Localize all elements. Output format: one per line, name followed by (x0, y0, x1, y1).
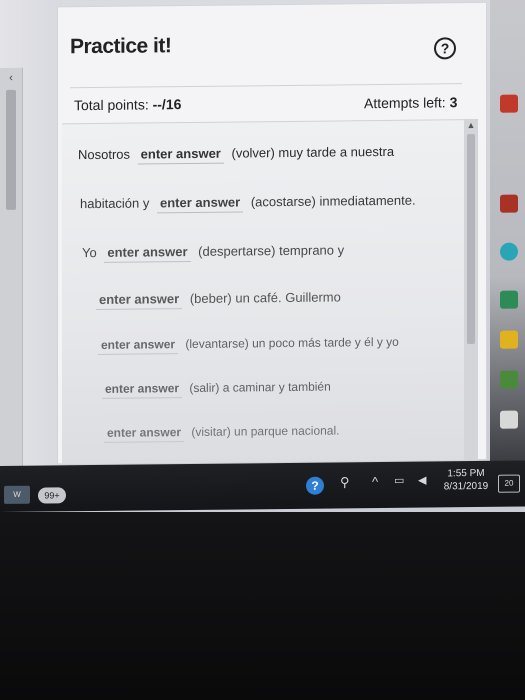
sentence-text: Yo (82, 244, 97, 261)
app-icon-green[interactable] (500, 290, 518, 309)
app-icon-red[interactable] (500, 94, 518, 113)
sentence-line: habitación y enter answer (acostarse) in… (80, 192, 416, 214)
total-points-value: --/16 (152, 96, 182, 113)
people-icon[interactable]: ⚲ (340, 474, 350, 490)
sentence-text: (salir) a caminar y también (189, 379, 331, 396)
attempts-left: Attempts left: 3 (364, 94, 457, 111)
volume-icon[interactable]: ◀ (418, 474, 426, 487)
sentence-text: habitación y (80, 195, 150, 212)
sentence-text: (levantarse) un poco más tarde y él y yo (185, 334, 399, 352)
sentence-text: (beber) un café. Guillermo (189, 289, 341, 307)
attempts-left-value: 3 (449, 94, 458, 111)
clock-date: 8/31/2019 (443, 480, 489, 493)
answer-input[interactable]: enter answer (98, 337, 179, 355)
taskbar: W 99+ ? ⚲ ^ ▭ ◀ 1:55 PM 8/31/2019 20 (0, 460, 525, 512)
sentence-line: Yo enter answer (despertarse) temprano y (82, 242, 345, 263)
answer-input[interactable]: enter answer (104, 244, 191, 263)
photo-stage: ‹ Practice it! ? Total points: --/16 Att… (0, 0, 525, 700)
exercise-scrollbar-thumb[interactable] (467, 134, 475, 345)
total-points-label: Total points: (74, 96, 149, 114)
answer-input[interactable]: enter answer (96, 291, 183, 310)
total-points: Total points: --/16 (74, 96, 181, 113)
sentence-line: enter answer (levantarse) un poco más ta… (94, 334, 399, 355)
answer-input[interactable]: enter answer (104, 425, 185, 443)
clock-time: 1:55 PM (447, 467, 485, 480)
sentence-line: enter answer (visitar) un parque naciona… (100, 423, 340, 443)
attempts-left-label: Attempts left: (364, 94, 446, 112)
sentence-text: Nosotros (78, 146, 131, 163)
sentence-line: enter answer (salir) a caminar y también (98, 379, 331, 399)
answer-input[interactable]: enter answer (102, 381, 183, 399)
word-app-icon[interactable]: W (4, 485, 30, 504)
page-title: Practice it! (70, 34, 172, 59)
chevron-up-icon[interactable]: ^ (372, 474, 378, 489)
sentence-text: (visitar) un parque nacional. (191, 423, 340, 439)
app-icon-green-2[interactable] (500, 370, 518, 389)
desktop-edge (490, 0, 525, 465)
answer-input[interactable]: enter answer (157, 194, 244, 214)
monitor-bezel (0, 512, 525, 700)
battery-icon[interactable]: ▭ (394, 474, 404, 487)
sentence-text: (acostarse) inmediatamente. (250, 192, 416, 210)
sentence-text: (despertarse) temprano y (198, 242, 345, 259)
exercise-scrollbar[interactable]: ▲ (464, 119, 478, 461)
page-scrollbar-thumb[interactable] (6, 89, 16, 210)
page-scrollbar[interactable]: ‹ (0, 67, 23, 469)
scroll-up-arrow-icon[interactable]: ‹ (5, 72, 17, 84)
monitor-screen: ‹ Practice it! ? Total points: --/16 Att… (0, 0, 525, 520)
practice-dialog: Practice it! ? Total points: --/16 Attem… (58, 2, 486, 465)
exercise-area: ▲ Nosotros enter answer (volver) muy tar… (62, 118, 478, 465)
sentence-text: (volver) muy tarde a nuestra (231, 143, 395, 161)
sentence-line: Nosotros enter answer (volver) muy tarde… (78, 143, 395, 165)
app-icon-red-small[interactable] (500, 194, 518, 213)
notification-badge[interactable]: 99+ (38, 487, 66, 504)
help-taskbar-icon[interactable]: ? (306, 476, 324, 495)
sentence-line: enter answer (beber) un café. Guillermo (92, 289, 341, 310)
divider (70, 83, 462, 89)
scroll-up-icon[interactable]: ▲ (466, 120, 476, 130)
action-center-icon[interactable]: 20 (498, 474, 520, 493)
app-icon-yellow[interactable] (500, 330, 518, 349)
system-clock[interactable]: 1:55 PM 8/31/2019 (436, 467, 496, 494)
app-icon-white[interactable] (500, 410, 518, 429)
help-icon[interactable]: ? (434, 37, 456, 60)
answer-input[interactable]: enter answer (137, 145, 224, 165)
app-icon-teal[interactable] (500, 242, 518, 261)
